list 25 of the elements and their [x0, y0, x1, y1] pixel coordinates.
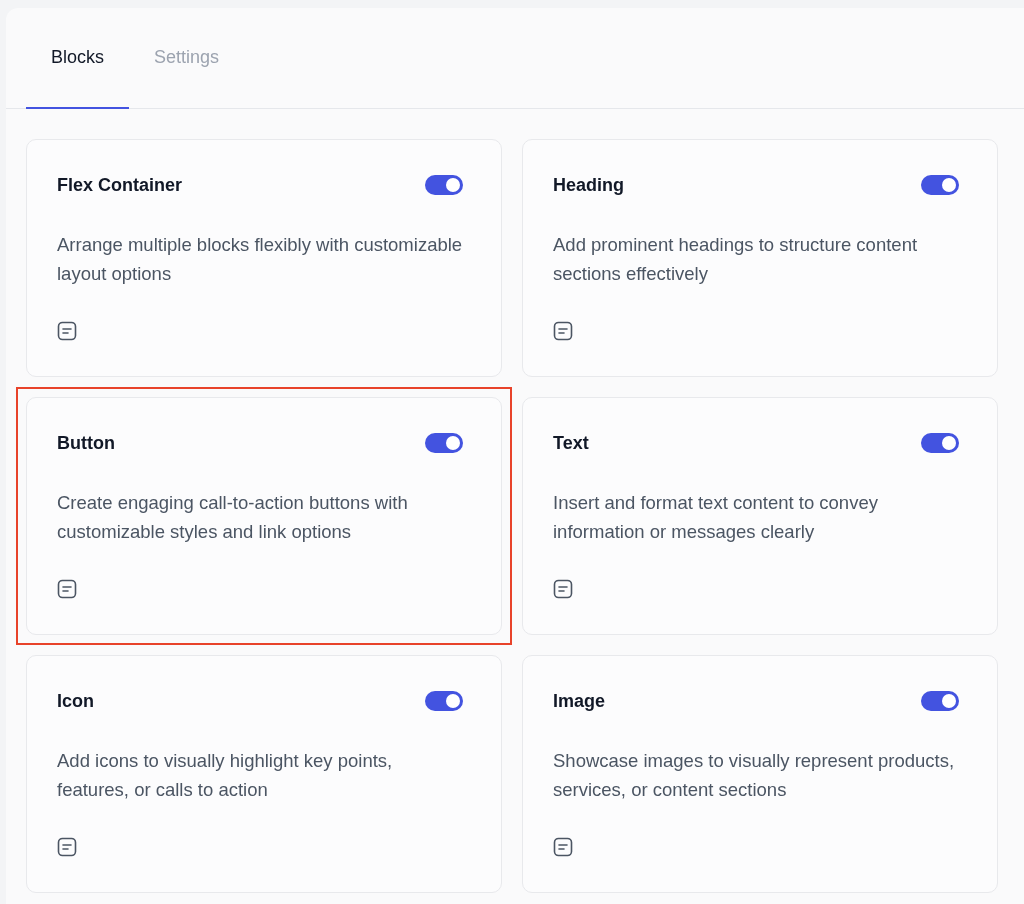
document-icon[interactable] — [57, 321, 77, 341]
block-description: Arrange multiple blocks flexibly with customizable layout options — [57, 233, 464, 286]
block-description: Add icons to visually highlight key points, features, or calls to action — [57, 749, 394, 802]
document-icon[interactable] — [553, 579, 573, 599]
toggle-switch[interactable] — [921, 433, 959, 453]
block-description: Add prominent headings to structure content sections effectively — [553, 233, 919, 286]
block-description: Create engaging call-to-action buttons with customizable styles and link options — [57, 491, 409, 544]
block-description: Showcase images to visually represent products, services, or content sections — [553, 749, 956, 802]
block-description: Insert and format text content to convey information or messages clearly — [553, 491, 879, 544]
document-icon[interactable] — [553, 837, 573, 857]
block-title: Flex Container — [57, 174, 183, 196]
tab[interactable]: Blocks — [26, 8, 129, 109]
toggle-switch[interactable] — [425, 175, 463, 195]
document-icon[interactable] — [57, 579, 77, 599]
block-title: Icon — [57, 690, 94, 712]
toggle-switch[interactable] — [425, 691, 463, 711]
block-title: Button — [57, 432, 115, 454]
document-icon[interactable] — [553, 321, 573, 341]
document-icon[interactable] — [57, 837, 77, 857]
block-title: Heading — [553, 174, 624, 196]
block-title: Text — [553, 432, 589, 454]
toggle-switch[interactable] — [921, 175, 959, 195]
block-title: Image — [553, 690, 606, 712]
toggle-switch[interactable] — [425, 433, 463, 453]
toggle-switch[interactable] — [921, 691, 959, 711]
